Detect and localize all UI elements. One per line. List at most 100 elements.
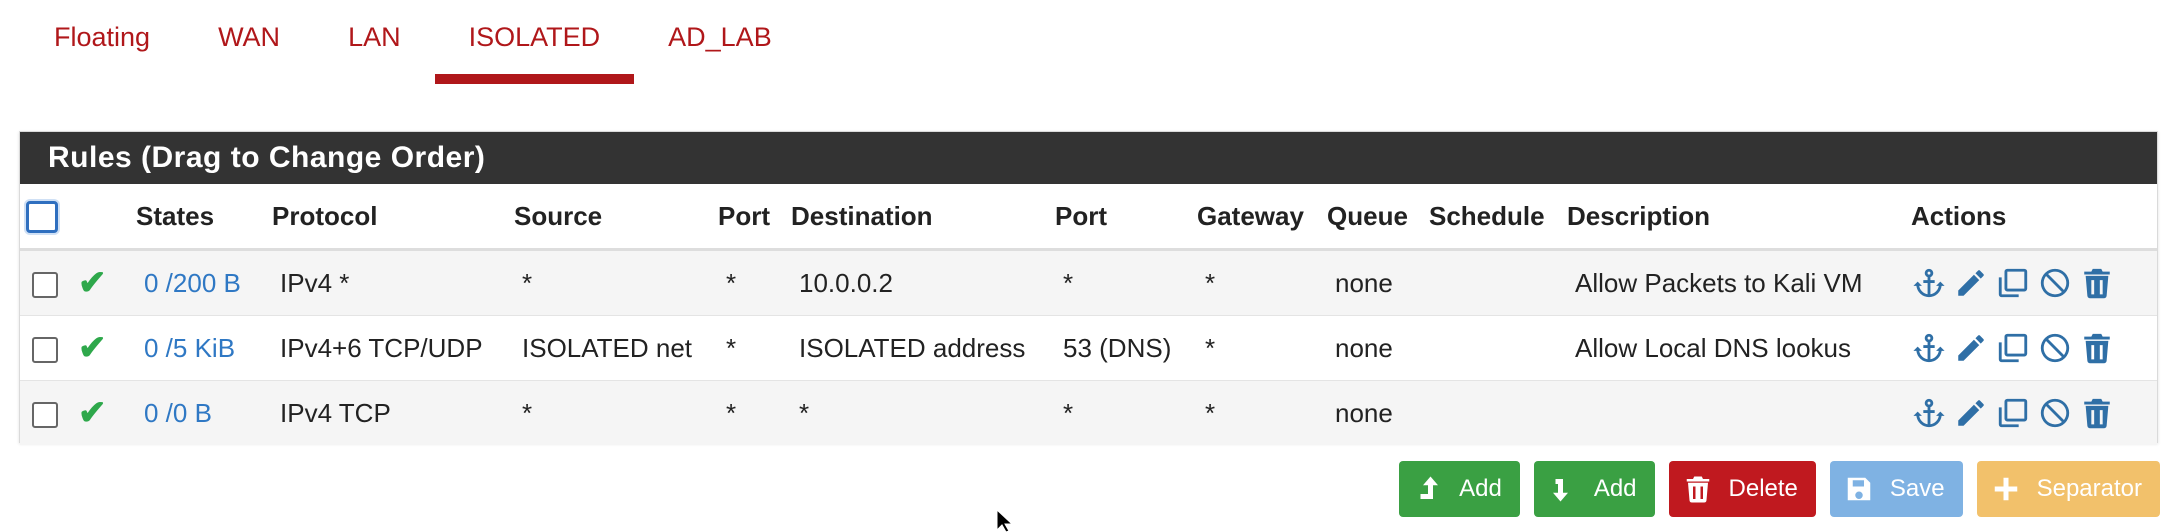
- tab-isolated[interactable]: ISOLATED: [434, 0, 635, 84]
- disable-icon[interactable]: [2037, 395, 2073, 431]
- gateway-cell: *: [1197, 380, 1327, 445]
- trash-icon[interactable]: [2079, 265, 2115, 301]
- rules-panel: Rules (Drag to Change Order) States Prot…: [19, 131, 2158, 445]
- select-all-cell: [20, 184, 78, 251]
- gateway-cell: *: [1197, 249, 1327, 316]
- row-select-cell: [20, 315, 78, 381]
- copy-icon[interactable]: [1995, 395, 2031, 431]
- protocol-cell: IPv4 *: [272, 249, 514, 316]
- panel-title: Rules (Drag to Change Order): [20, 132, 2157, 184]
- destination-cell: *: [791, 380, 1055, 445]
- disable-icon[interactable]: [2037, 330, 2073, 366]
- table-row[interactable]: ✔ 0 /0 B IPv4 TCP * * * * * none: [20, 380, 2157, 445]
- destination-port-header: Port: [1055, 184, 1197, 251]
- add-bottom-label: Add: [1593, 475, 1637, 502]
- check-icon: ✔: [78, 329, 107, 367]
- add-rule-bottom-button[interactable]: Add: [1533, 461, 1655, 517]
- trash-icon[interactable]: [2079, 330, 2115, 366]
- anchor-icon[interactable]: [1911, 265, 1947, 301]
- enabled-cell: ✔: [78, 380, 136, 445]
- source-header: Source: [514, 184, 718, 251]
- status-header: [78, 184, 136, 251]
- description-cell: Allow Packets to Kali VM: [1567, 249, 1911, 316]
- queue-cell: none: [1327, 315, 1429, 381]
- destination-port-cell: *: [1055, 249, 1197, 316]
- enabled-cell: ✔: [78, 249, 136, 316]
- delete-button[interactable]: Delete: [1668, 461, 1816, 517]
- trash-icon[interactable]: [2079, 395, 2115, 431]
- description-cell: [1567, 380, 1911, 445]
- states-header: States: [136, 184, 272, 251]
- save-label: Save: [1889, 475, 1945, 502]
- delete-label: Delete: [1728, 475, 1798, 502]
- separator-button[interactable]: Separator: [1976, 461, 2160, 517]
- source-cell: ISOLATED net: [514, 315, 718, 381]
- source-port-cell: *: [718, 380, 791, 445]
- disable-icon[interactable]: [2037, 265, 2073, 301]
- row-select-cell: [20, 380, 78, 445]
- arrow-down-icon: [1552, 479, 1568, 502]
- anchor-icon[interactable]: [1911, 395, 1947, 431]
- save-button[interactable]: Save: [1829, 461, 1963, 517]
- check-icon: ✔: [78, 264, 107, 302]
- states-cell: 0 /200 B: [136, 249, 272, 316]
- row-checkbox[interactable]: [32, 336, 58, 363]
- table-header-row: States Protocol Source Port Destination …: [20, 184, 2157, 251]
- row-select-cell: [20, 249, 78, 316]
- states-link[interactable]: 0 /5 KiB: [144, 333, 235, 363]
- actions-cell: [1911, 315, 2157, 381]
- source-port-cell: *: [718, 315, 791, 381]
- enabled-cell: ✔: [78, 315, 136, 381]
- anchor-icon[interactable]: [1911, 330, 1947, 366]
- tab-wan[interactable]: WAN: [184, 0, 314, 84]
- tab-floating[interactable]: Floating: [20, 0, 184, 84]
- tab-lan[interactable]: LAN: [314, 0, 435, 84]
- schedule-cell: [1429, 315, 1567, 381]
- queue-header: Queue: [1327, 184, 1429, 251]
- queue-cell: none: [1327, 380, 1429, 445]
- tab-ad-lab[interactable]: AD_LAB: [634, 0, 806, 84]
- edit-pencil-icon[interactable]: [1953, 265, 1989, 301]
- table-row[interactable]: ✔ 0 /5 KiB IPv4+6 TCP/UDP ISOLATED net *…: [20, 315, 2157, 381]
- copy-icon[interactable]: [1995, 265, 2031, 301]
- action-button-bar: Add Add Delete Save Separator: [1399, 461, 2160, 517]
- separator-label: Separator: [2036, 475, 2142, 502]
- source-cell: *: [514, 249, 718, 316]
- source-port-header: Port: [718, 184, 791, 251]
- arrow-up-icon: [1420, 476, 1439, 499]
- gateway-cell: *: [1197, 315, 1327, 381]
- add-top-label: Add: [1459, 475, 1502, 502]
- tab-bar: Floating WAN LAN ISOLATED AD_LAB: [20, 0, 806, 94]
- gateway-header: Gateway: [1197, 184, 1327, 251]
- destination-port-cell: *: [1055, 380, 1197, 445]
- save-icon: [1847, 477, 1871, 501]
- states-link[interactable]: 0 /0 B: [144, 398, 212, 428]
- plus-icon: [1994, 477, 2017, 501]
- edit-pencil-icon[interactable]: [1953, 330, 1989, 366]
- actions-cell: [1911, 380, 2157, 445]
- protocol-cell: IPv4 TCP: [272, 380, 514, 445]
- destination-header: Destination: [791, 184, 1055, 251]
- table-row[interactable]: ✔ 0 /200 B IPv4 * * * 10.0.0.2 * * none …: [20, 249, 2157, 316]
- protocol-header: Protocol: [272, 184, 514, 251]
- destination-cell: 10.0.0.2: [791, 249, 1055, 316]
- description-header: Description: [1567, 184, 1911, 251]
- states-link[interactable]: 0 /200 B: [144, 268, 241, 298]
- actions-header: Actions: [1911, 184, 2157, 251]
- schedule-cell: [1429, 380, 1567, 445]
- check-icon: ✔: [78, 394, 107, 432]
- add-rule-top-button[interactable]: Add: [1399, 461, 1520, 517]
- copy-icon[interactable]: [1995, 330, 2031, 366]
- destination-cell: ISOLATED address: [791, 315, 1055, 381]
- actions-cell: [1911, 249, 2157, 316]
- row-checkbox[interactable]: [32, 401, 58, 428]
- source-port-cell: *: [718, 249, 791, 316]
- states-cell: 0 /0 B: [136, 380, 272, 445]
- queue-cell: none: [1327, 249, 1429, 316]
- row-checkbox[interactable]: [32, 271, 58, 298]
- trash-icon: [1686, 476, 1709, 503]
- protocol-cell: IPv4+6 TCP/UDP: [272, 315, 514, 381]
- select-all-checkbox[interactable]: [26, 200, 58, 233]
- edit-pencil-icon[interactable]: [1953, 395, 1989, 431]
- mouse-cursor-icon: [996, 510, 1014, 532]
